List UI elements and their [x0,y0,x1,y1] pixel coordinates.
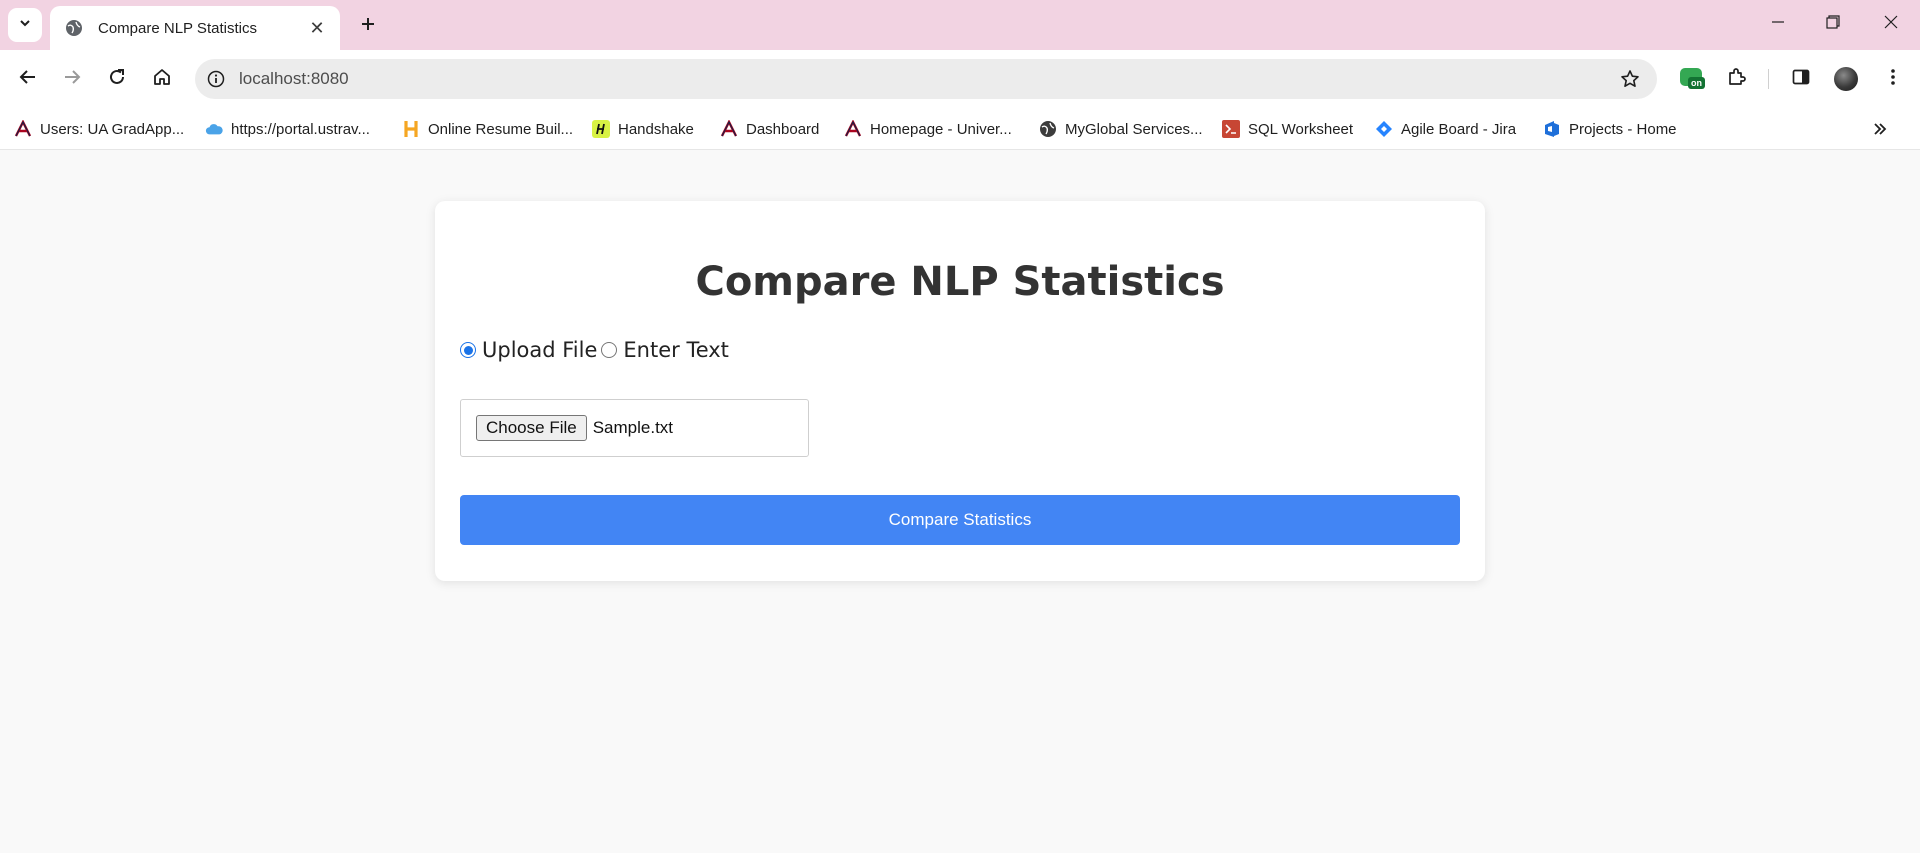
window-close-button[interactable] [1871,6,1911,42]
upload-file-label[interactable]: Upload File [482,338,597,362]
reload-icon [108,68,126,91]
side-panel-icon [1791,67,1811,92]
bookmarks-bar: Users: UA GradApp... https://portal.ustr… [0,108,1920,150]
file-input: Choose File Sample.txt [460,399,809,457]
reload-button[interactable] [101,63,133,95]
tab-search-button[interactable] [8,8,42,42]
back-button[interactable] [12,63,44,95]
selected-file-name: Sample.txt [592,418,674,437]
compare-form-card: Compare NLP Statistics Upload File Enter… [435,201,1485,581]
bookmark-label: Dashboard [746,120,820,138]
avatar [1834,67,1858,91]
enter-text-radio[interactable] [601,342,618,358]
minimize-icon [1771,15,1785,34]
bookmark-label: Handshake [618,120,694,138]
enter-text-label[interactable]: Enter Text [623,338,729,362]
h-logo-icon [402,120,420,138]
double-chevron-right-icon [1873,119,1887,142]
chat-extension-icon: on [1680,68,1706,90]
browser-titlebar: Compare NLP Statistics ✕ [0,0,1920,50]
globe-icon [64,18,84,38]
browser-toolbar: localhost:8080 on [0,50,1920,108]
active-tab[interactable]: Compare NLP Statistics ✕ [50,6,340,50]
handshake-icon [592,120,610,138]
bookmark-label: https://portal.ustrav... [231,120,370,138]
address-bar[interactable]: localhost:8080 [195,59,1657,99]
bookmark-label: Homepage - Univer... [870,120,1012,138]
terminal-icon [1222,120,1240,138]
toolbar-divider [1768,69,1769,89]
home-button[interactable] [146,63,178,95]
close-icon [1884,15,1898,34]
bookmark-item[interactable]: Dashboard [720,115,819,143]
bookmark-item[interactable]: SQL Worksheet [1222,115,1353,143]
page-content: Compare NLP Statistics Upload File Enter… [0,151,1920,853]
bookmark-label: Projects - Home [1569,120,1677,138]
new-tab-button[interactable] [353,11,383,41]
bookmark-item[interactable]: MyGlobal Services... [1039,115,1203,143]
tab-title: Compare NLP Statistics [98,19,257,37]
bookmark-label: SQL Worksheet [1248,120,1354,138]
cloud-icon [205,120,223,138]
puzzle-icon [1726,67,1746,92]
bookmark-item[interactable]: https://portal.ustrav... [205,115,370,143]
chat-extension-button[interactable]: on [1677,63,1709,95]
bookmark-label: Users: UA GradApp... [40,120,185,138]
bookmark-label: MyGlobal Services... [1065,120,1203,138]
chevron-down-icon [18,16,32,35]
forward-button[interactable] [56,63,88,95]
upload-file-radio[interactable] [460,342,476,358]
choose-file-button[interactable]: Choose File [476,415,587,441]
menu-button[interactable] [1877,63,1909,95]
bookmark-item[interactable]: Handshake [592,115,694,143]
bookmark-label: Online Resume Buil... [428,120,574,138]
restore-icon [1826,14,1840,34]
plus-icon [360,16,376,37]
page-title: Compare NLP Statistics [695,259,1225,305]
ua-logo-icon [720,120,738,138]
bookmarks-overflow-button[interactable] [1866,119,1894,141]
bookmark-label: Agile Board - Jira [1401,120,1517,138]
extensions-button[interactable] [1720,63,1752,95]
bookmark-item[interactable]: Homepage - Univer... [844,115,1012,143]
restore-button[interactable] [1813,6,1853,42]
bookmark-item[interactable]: Agile Board - Jira [1375,115,1516,143]
devops-icon [1543,120,1561,138]
bookmark-item[interactable]: Online Resume Buil... [402,115,573,143]
site-info-icon[interactable] [203,66,229,92]
jira-icon [1375,120,1393,138]
home-icon [152,67,172,92]
url-text[interactable]: localhost:8080 [239,69,1615,89]
bookmark-item[interactable]: Users: UA GradApp... [14,115,184,143]
profile-button[interactable] [1830,63,1862,95]
bookmark-star-icon[interactable] [1615,64,1645,94]
arrow-left-icon [19,68,37,91]
minimize-button[interactable] [1758,6,1798,42]
compare-statistics-button[interactable]: Compare Statistics [460,495,1460,545]
side-panel-button[interactable] [1785,63,1817,95]
extension-badge: on [1688,77,1705,89]
more-vert-icon [1890,68,1896,91]
close-icon[interactable]: ✕ [306,17,328,39]
ua-logo-icon [844,120,862,138]
bookmark-item[interactable]: Projects - Home [1543,115,1677,143]
arrow-right-icon [63,68,81,91]
globe-icon [1039,120,1057,138]
input-mode-radio-group: Upload File Enter Text [460,338,733,362]
ua-logo-icon [14,120,32,138]
